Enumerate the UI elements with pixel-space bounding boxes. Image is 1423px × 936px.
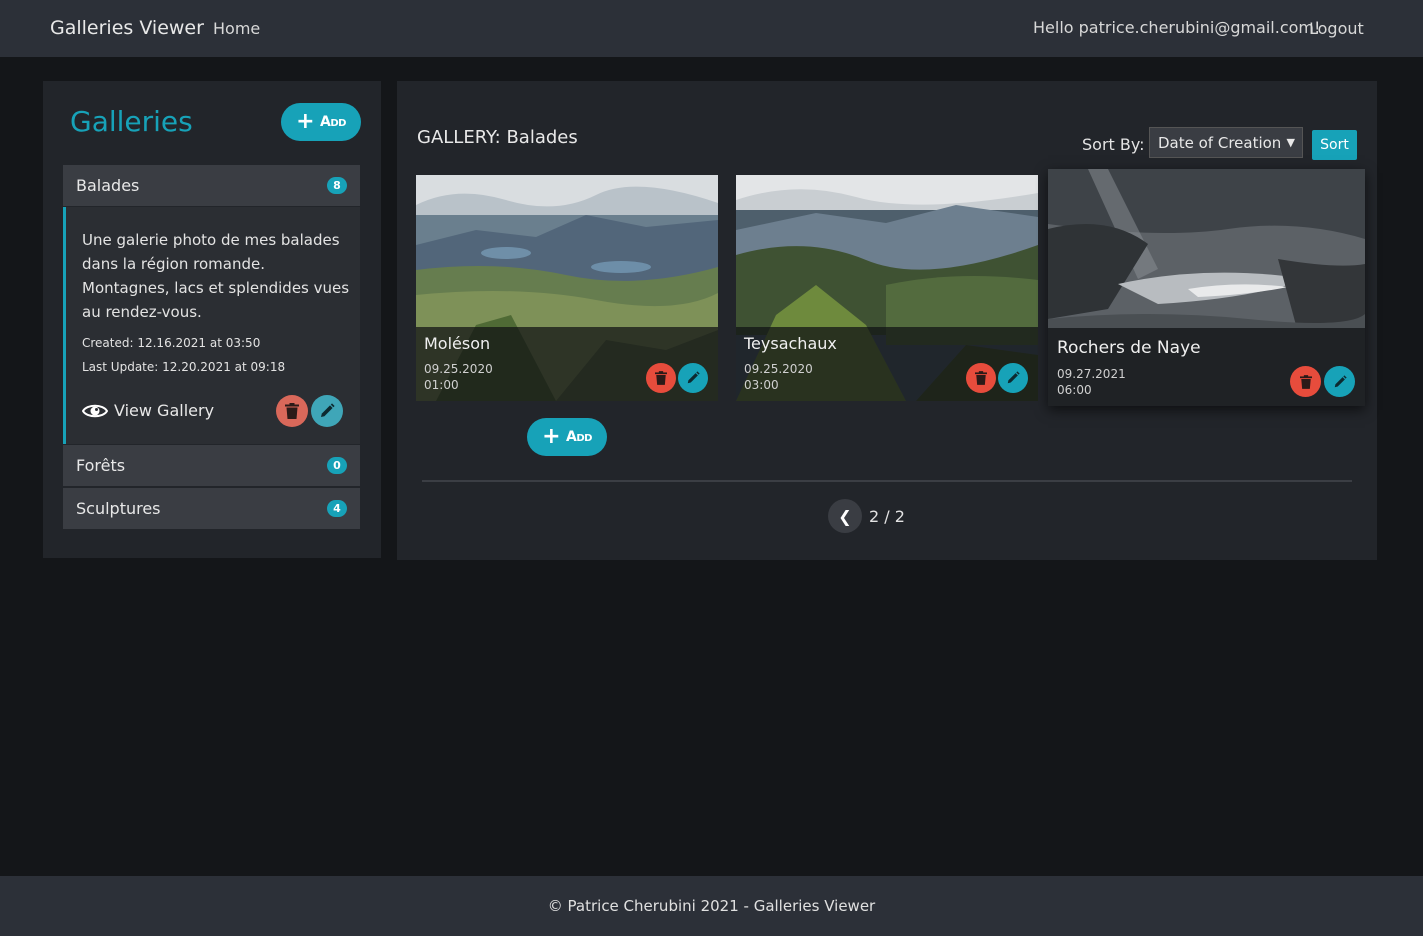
gallery-main: GALLERY: Balades Sort By: Date of Creati… — [397, 81, 1377, 560]
pencil-icon — [321, 403, 335, 417]
divider — [422, 480, 1352, 482]
picture-overlay: Teysachaux 09.25.2020 03:00 — [736, 327, 1038, 401]
delete-gallery-button[interactable] — [276, 395, 308, 427]
gallery-item-forets[interactable]: Forêts 0 — [63, 445, 360, 487]
gallery-item-sculptures[interactable]: Sculptures 4 — [63, 488, 360, 530]
gallery-name: Balades — [76, 176, 140, 195]
sort-button[interactable]: Sort — [1312, 130, 1357, 160]
edit-gallery-button[interactable] — [311, 395, 343, 427]
delete-picture-button[interactable] — [1290, 366, 1321, 397]
gallery-count-badge: 4 — [327, 500, 347, 517]
picture-title: Moléson — [424, 334, 491, 353]
trash-icon — [285, 403, 299, 419]
trash-icon — [975, 371, 987, 385]
logout-link[interactable]: Logout — [1309, 19, 1364, 38]
gallery-count-badge: 0 — [327, 457, 347, 474]
add-picture-button[interactable]: + Add — [527, 418, 607, 456]
view-gallery-label: View Gallery — [114, 401, 215, 420]
picture-overlay: Rochers de Naye 09.27.2021 06:00 — [1048, 328, 1365, 406]
picture-date: 09.25.2020 — [424, 362, 493, 376]
plus-icon: + — [296, 109, 314, 134]
picture-card-rochers-de-naye[interactable]: Rochers de Naye 09.27.2021 06:00 — [1048, 169, 1365, 406]
pagination-prev-button[interactable]: ❮ — [828, 499, 862, 533]
gallery-name: Sculptures — [76, 499, 161, 518]
user-greeting: Hello patrice.cherubini@gmail.com! — [1033, 18, 1321, 37]
eye-icon — [82, 404, 108, 417]
galleries-sidebar: Galleries + Add Balades 8 Une galerie ph… — [43, 81, 381, 558]
pencil-icon — [1007, 371, 1020, 384]
chevron-left-icon: ❮ — [838, 506, 852, 526]
view-gallery-button[interactable]: View Gallery — [82, 401, 214, 420]
picture-time: 03:00 — [744, 378, 779, 392]
gallery-item-balades[interactable]: Balades 8 — [63, 165, 360, 207]
gallery-detail: Une galerie photo de mes balades dans la… — [63, 207, 360, 444]
edit-picture-button[interactable] — [1324, 366, 1355, 397]
edit-picture-button[interactable] — [998, 363, 1028, 393]
picture-overlay: Moléson 09.25.2020 01:00 — [416, 327, 718, 401]
picture-title: Teysachaux — [744, 334, 837, 353]
pagination-indicator: 2 / 2 — [869, 507, 905, 526]
footer: © Patrice Cherubini 2021 - Galleries Vie… — [0, 876, 1423, 936]
gallery-updated: Last Update: 12.20.2021 at 09:18 — [82, 360, 286, 374]
gallery-created: Created: 12.16.2021 at 03:50 — [82, 336, 261, 350]
picture-time: 01:00 — [424, 378, 459, 392]
add-gallery-button[interactable]: + Add — [281, 103, 361, 141]
picture-card-teysachaux[interactable]: Teysachaux 09.25.2020 03:00 — [736, 175, 1038, 401]
add-gallery-label: Add — [320, 114, 346, 130]
picture-date: 09.27.2021 — [1057, 367, 1126, 381]
picture-date: 09.25.2020 — [744, 362, 813, 376]
sort-selected-value: Date of Creation — [1158, 133, 1282, 152]
gallery-description: Une galerie photo de mes balades dans la… — [82, 231, 350, 321]
chevron-down-icon: ▼ — [1286, 136, 1295, 149]
brand[interactable]: Galleries Viewer — [50, 17, 204, 39]
sidebar-title: Galleries — [70, 105, 193, 138]
sort-label: Sort By: — [1082, 135, 1145, 154]
sort-select[interactable]: Date of Creation ▼ — [1149, 127, 1303, 158]
plus-icon: + — [542, 424, 560, 449]
pencil-icon — [1334, 374, 1347, 387]
picture-time: 06:00 — [1057, 383, 1092, 397]
trash-icon — [1299, 374, 1312, 389]
navbar: Galleries Viewer Home Hello patrice.cher… — [0, 0, 1423, 57]
gallery-name: Forêts — [76, 456, 126, 475]
delete-picture-button[interactable] — [966, 363, 996, 393]
trash-icon — [655, 371, 667, 385]
edit-picture-button[interactable] — [678, 363, 708, 393]
pencil-icon — [687, 371, 700, 384]
footer-text: © Patrice Cherubini 2021 - Galleries Vie… — [547, 897, 876, 915]
picture-card-moleson[interactable]: Moléson 09.25.2020 01:00 — [416, 175, 718, 401]
picture-title: Rochers de Naye — [1057, 338, 1201, 358]
gallery-title: GALLERY: Balades — [417, 127, 578, 148]
add-picture-label: Add — [566, 429, 592, 445]
gallery-count-badge: 8 — [327, 177, 347, 194]
nav-home-link[interactable]: Home — [213, 19, 260, 38]
delete-picture-button[interactable] — [646, 363, 676, 393]
